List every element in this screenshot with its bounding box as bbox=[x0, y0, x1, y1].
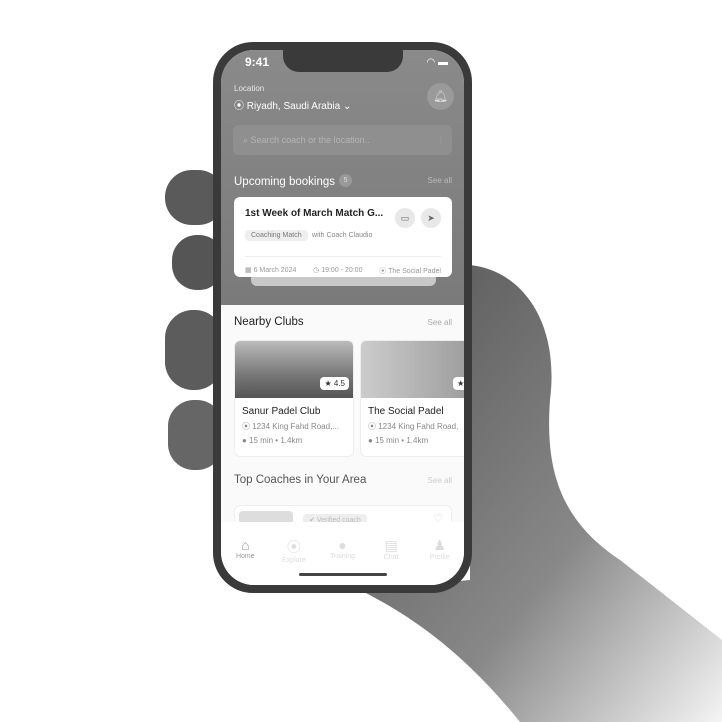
rating-badge: ★ 4.5 bbox=[320, 377, 349, 390]
location-value: Riyadh, Saudi Arabia bbox=[246, 101, 341, 112]
home-indicator bbox=[299, 573, 387, 576]
see-all-coaches[interactable]: See all bbox=[428, 476, 452, 485]
booking-meta: ▦ 6 March 2024 ◷ 19:00 - 20:00 ⦿ The Soc… bbox=[245, 256, 441, 276]
club-card[interactable]: ★ 4.5 Sanur Padel Club ⦿ 1234 King Fahd … bbox=[234, 340, 354, 457]
user-icon: ♟ bbox=[433, 537, 446, 553]
map-pin-icon: ⦿ bbox=[234, 101, 244, 112]
rating-badge: ★ 4 bbox=[453, 377, 464, 390]
wifi-battery-icon: ◠ ▬ bbox=[426, 57, 448, 68]
section-title: Upcoming bookings bbox=[234, 176, 336, 188]
chat-icon: ▤ bbox=[384, 537, 398, 553]
nav-profile[interactable]: ♟ Profile bbox=[420, 537, 460, 585]
navigation-arrow-icon: ➤ bbox=[427, 213, 435, 223]
ball-icon: ● bbox=[338, 537, 347, 553]
coaches-title: Top Coaches in Your Area bbox=[234, 474, 367, 486]
notch bbox=[283, 50, 403, 72]
status-time: 9:41 bbox=[245, 55, 270, 69]
club-address: ⦿ 1234 King Fahd Road,... bbox=[242, 422, 339, 431]
booking-date: ▦ 6 March 2024 bbox=[245, 267, 297, 274]
location-selector[interactable]: ⦿ Riyadh, Saudi Arabia ⌄ bbox=[234, 97, 351, 112]
booking-time: ◷ 19:00 - 20:00 bbox=[313, 267, 363, 274]
nav-chat[interactable]: ▤ Chat bbox=[371, 537, 411, 585]
app-screen: 9:41 ◠ ▬ Location ⦿ Riyadh, Saudi Arabia… bbox=[221, 50, 464, 585]
location-label: Location bbox=[234, 84, 265, 93]
filter-icon[interactable]: ⫶ bbox=[440, 125, 442, 155]
club-card[interactable]: ★ 4 The Social Padel ⦿ 1234 King Fahd Ro… bbox=[360, 340, 464, 457]
club-eta: ● 15 min • 1.4km bbox=[242, 436, 303, 445]
phone-frame: 9:41 ◠ ▬ Location ⦿ Riyadh, Saudi Arabia… bbox=[213, 42, 472, 593]
search-icon: ⌕ bbox=[243, 135, 249, 145]
directions-button[interactable]: ➤ bbox=[421, 208, 441, 228]
chevron-down-icon: ⌄ bbox=[342, 101, 352, 112]
chat-icon: ▭ bbox=[400, 213, 410, 223]
see-all-clubs[interactable]: See all bbox=[428, 318, 452, 327]
nav-explore[interactable]: ⦿ Explore bbox=[274, 537, 314, 585]
nav-home[interactable]: ⌂ Home bbox=[225, 537, 265, 585]
see-all-bookings[interactable]: See all bbox=[428, 176, 452, 185]
home-icon: ⌂ bbox=[241, 537, 250, 553]
club-eta: ● 15 min • 1.4km bbox=[368, 436, 429, 445]
search-input[interactable]: ⌕ Search coach or the location.. ⫶ bbox=[233, 125, 452, 155]
count-badge: 5 bbox=[339, 174, 353, 188]
club-name: Sanur Padel Club bbox=[242, 406, 321, 417]
club-photo bbox=[361, 341, 464, 398]
nav-training[interactable]: ● Training bbox=[322, 537, 362, 585]
search-placeholder: Search coach or the location.. bbox=[250, 135, 370, 145]
booking-coach: with Coach Claudio bbox=[312, 232, 373, 239]
nearby-title: Nearby Clubs bbox=[234, 316, 304, 328]
bell-icon: 🔔︎ bbox=[432, 89, 449, 103]
booking-card[interactable]: 1st Week of March Match G... Coaching Ma… bbox=[234, 197, 452, 277]
booking-tag: Coaching Match bbox=[245, 230, 308, 241]
map-pin-icon: ⦿ bbox=[286, 539, 301, 555]
booking-venue: ⦿ The Social Padel bbox=[379, 268, 441, 275]
club-name: The Social Padel bbox=[368, 406, 444, 417]
bookings-header: Upcoming bookings 5 bbox=[234, 172, 353, 190]
notification-button[interactable]: 🔔︎ bbox=[427, 83, 454, 110]
chat-button[interactable]: ▭ bbox=[395, 208, 415, 228]
club-address: ⦿ 1234 King Fahd Road, bbox=[368, 422, 459, 431]
